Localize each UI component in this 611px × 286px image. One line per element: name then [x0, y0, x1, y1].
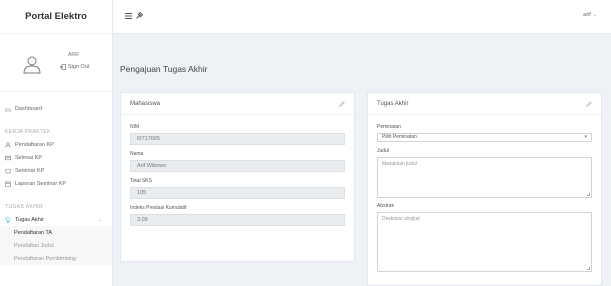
nama-label: Nama: [130, 151, 144, 157]
ipk-field: 3.09: [130, 214, 345, 226]
nim-field: I0717005: [130, 133, 345, 145]
judul-textarea[interactable]: Masukkan judul: [377, 157, 592, 198]
resize-handle-icon[interactable]: [587, 267, 590, 270]
lightbulb-icon: [5, 216, 11, 223]
pencil-icon[interactable]: [586, 100, 592, 107]
top-navbar: arif ⌄: [113, 0, 611, 34]
card-header: Tugas Akhir: [368, 93, 601, 115]
abstrak-placeholder: Deskripsi singkat: [382, 216, 420, 222]
sign-out-icon: [60, 64, 66, 70]
envelope-icon: [5, 155, 11, 160]
sidebar-item-label: Tugas Akhir: [15, 216, 44, 223]
sidebar-item-label: Dashboard: [15, 105, 42, 112]
user-icon: [5, 141, 11, 148]
abstrak-label: Abstrak: [377, 203, 394, 209]
pencil-icon[interactable]: [339, 100, 345, 107]
card-title: Mahasiswa: [130, 100, 161, 107]
sidebar-subitem-pendaftaran-ta[interactable]: Pendaftaran TA: [0, 226, 112, 239]
sidebar-menu: Dashboard KERJA PRAKTEK Pendaftaran KP S…: [0, 92, 112, 265]
chevron-down-icon: ⌄: [97, 216, 102, 223]
mahasiswa-card: Mahasiswa NIM I0717005 Nama Arif Wibowo …: [120, 92, 355, 262]
sidebar-subitem-pendaftaran-pembimbing[interactable]: Pendaftaran Pembimbing: [0, 252, 112, 265]
user-panel: ARIF Sign Out: [0, 34, 112, 92]
chevron-down-icon: ⌄: [592, 12, 597, 18]
sidebar-item-tugas-akhir[interactable]: Tugas Akhir ⌄: [0, 213, 112, 226]
pin-icon[interactable]: [136, 12, 143, 19]
sks-label: Total SKS: [130, 178, 152, 184]
tugas-akhir-card: Tugas Akhir Peminatan Pilih Peminatan ▾ …: [367, 92, 602, 286]
card-header: Mahasiswa: [121, 93, 354, 115]
nim-label: NIM: [130, 124, 140, 130]
sidebar-subitem-pendaftaran-judul[interactable]: Pendaftan Judul: [0, 239, 112, 252]
sidebar-item-label: Pendaftaran KP: [15, 141, 54, 148]
card-body: Peminatan Pilih Peminatan ▾ Judul Masukk…: [368, 115, 601, 278]
sidebar: Portal Elektro ARIF Sign Out Dashboard K…: [0, 0, 113, 286]
user-dropdown-label: arif: [583, 12, 591, 18]
card-title: Tugas Akhir: [377, 100, 409, 107]
card-body: NIM I0717005 Nama Arif Wibowo Total SKS …: [121, 115, 354, 238]
hamburger-menu-icon[interactable]: [125, 13, 132, 19]
sidebar-item-label: Selesai KP: [15, 154, 42, 161]
sign-out-link[interactable]: Sign Out: [60, 64, 89, 70]
calendar-icon: [5, 180, 11, 187]
sidebar-item-label: Laporan Seminar KP: [15, 180, 67, 187]
abstrak-textarea[interactable]: Deskripsi singkat: [377, 212, 592, 272]
sidebar-item-pendaftaran-kp[interactable]: Pendaftaran KP: [0, 138, 112, 151]
user-avatar-icon: [23, 56, 41, 74]
sidebar-item-seminar-kp[interactable]: Seminar KP: [0, 164, 112, 177]
peminatan-select-value: Pilih Peminatan: [382, 134, 417, 140]
chevron-down-icon: ▾: [584, 134, 587, 140]
dashboard-icon: [5, 107, 11, 111]
mask-icon: [5, 168, 11, 174]
sidebar-item-label: Seminar KP: [15, 167, 45, 174]
sign-out-label: Sign Out: [68, 64, 90, 70]
sidebar-item-dashboard[interactable]: Dashboard: [0, 102, 112, 115]
brand-logo[interactable]: Portal Elektro: [0, 0, 112, 34]
judul-placeholder: Masukkan judul: [382, 161, 417, 167]
judul-label: Judul: [377, 148, 389, 154]
nama-field: Arif Wibowo: [130, 160, 345, 172]
sidebar-item-selesai-kp[interactable]: Selesai KP: [0, 151, 112, 164]
page-title: Pengajuan Tugas Akhir: [120, 64, 208, 74]
user-name: ARIF: [68, 52, 80, 58]
ta-section-header: TUGAS AKHIR: [5, 203, 44, 210]
user-dropdown[interactable]: arif ⌄: [583, 12, 597, 18]
sks-field: 105: [130, 187, 345, 199]
peminatan-select[interactable]: Pilih Peminatan ▾: [377, 133, 592, 142]
ipk-label: Indeks Prestasi Kumulatif: [130, 205, 187, 211]
kp-section-header: KERJA PRAKTEK: [5, 128, 51, 135]
resize-handle-icon[interactable]: [587, 193, 590, 196]
ta-submenu: Pendaftaran TA Pendaftan Judul Pendaftar…: [0, 226, 112, 265]
sidebar-item-laporan-seminar-kp[interactable]: Laporan Seminar KP: [0, 177, 112, 190]
peminatan-label: Peminatan: [377, 124, 401, 130]
